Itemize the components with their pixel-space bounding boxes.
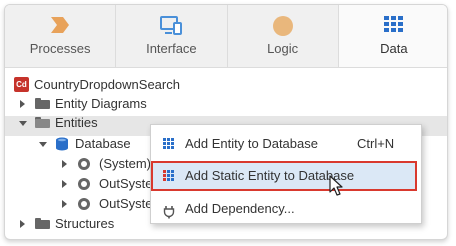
menu-item-add-entity[interactable]: Add Entity to Database Ctrl+N [151, 130, 421, 158]
tab-processes-label: Processes [29, 41, 91, 56]
tab-strip: Processes Interface Logic Data [5, 5, 447, 68]
service-studio-panel: Processes Interface Logic Data Cd Countr… [4, 4, 448, 240]
folder-icon [35, 218, 50, 229]
expand-arrow-icon[interactable] [62, 160, 67, 168]
collapse-arrow-icon[interactable] [39, 142, 47, 147]
tab-processes[interactable]: Processes [5, 5, 117, 67]
tree-item-entity-diagrams-label: Entity Diagrams [55, 96, 147, 111]
collapse-arrow-icon[interactable] [19, 121, 27, 126]
context-menu: Add Entity to Database Ctrl+N Add Static… [150, 124, 422, 224]
tab-logic[interactable]: Logic [228, 5, 339, 67]
menu-item-add-static-entity[interactable]: Add Static Entity to Database [151, 161, 417, 191]
tab-data[interactable]: Data [338, 5, 447, 67]
plug-icon [163, 201, 175, 229]
expand-arrow-icon[interactable] [62, 180, 67, 188]
menu-item-add-entity-label: Add Entity to Database [185, 136, 318, 151]
logic-circle-icon [272, 15, 294, 40]
app-badge-icon: Cd [14, 77, 29, 92]
screenshot-frame: Processes Interface Logic Data Cd Countr… [0, 0, 456, 246]
data-grid-icon [383, 15, 405, 36]
entity-grid-icon [163, 138, 175, 149]
module-reference-icon [78, 158, 90, 170]
tab-logic-label: Logic [267, 41, 299, 56]
tree-item-structures-label: Structures [55, 216, 115, 231]
menu-item-add-dependency[interactable]: Add Dependency... [151, 195, 421, 223]
static-entity-grid-icon [163, 170, 175, 181]
tab-interface-label: Interface [146, 41, 197, 56]
folder-icon [35, 98, 50, 109]
menu-item-add-entity-shortcut: Ctrl+N [357, 136, 395, 151]
tree-item-app-label: CountryDropdownSearch [34, 77, 180, 92]
mouse-cursor-icon [329, 175, 345, 200]
module-reference-icon [78, 198, 90, 210]
folder-open-icon [35, 117, 50, 128]
module-reference-icon [78, 178, 90, 190]
tree-item-entities-label: Entities [55, 115, 98, 130]
database-icon [55, 137, 69, 157]
expand-arrow-icon[interactable] [20, 220, 25, 228]
tab-interface[interactable]: Interface [116, 5, 228, 67]
processes-chevron-icon [49, 15, 71, 38]
expand-arrow-icon[interactable] [62, 200, 67, 208]
expand-arrow-icon[interactable] [20, 100, 25, 108]
menu-item-add-dependency-label: Add Dependency... [185, 201, 295, 216]
monitor-icon [159, 15, 183, 40]
tree-item-system-label: (System) [99, 156, 151, 171]
tree-item-database-label: Database [75, 136, 131, 151]
tab-data-label: Data [380, 41, 408, 56]
